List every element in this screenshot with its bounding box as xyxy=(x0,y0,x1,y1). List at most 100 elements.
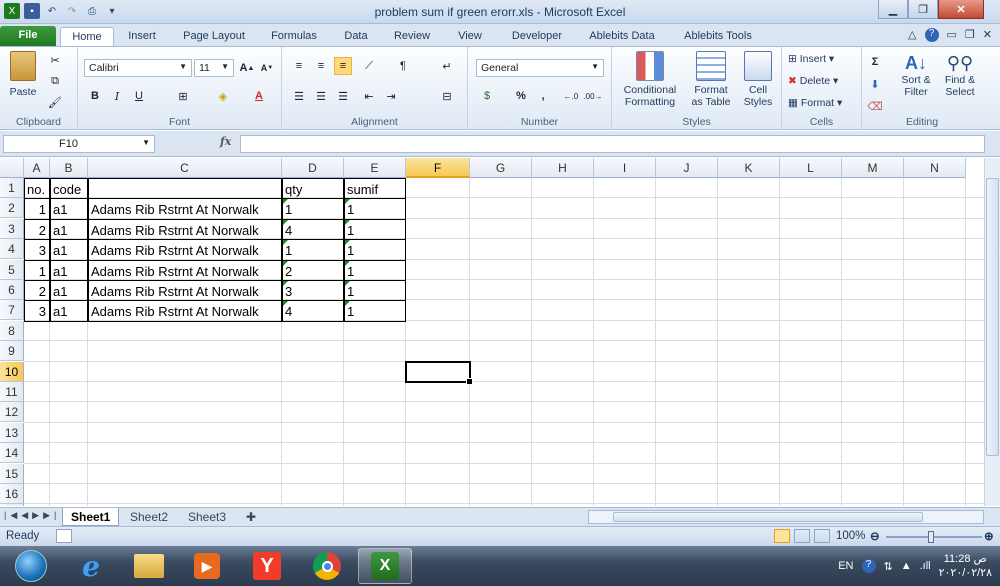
table-cell[interactable]: a1 xyxy=(50,239,88,261)
sheet-tab-sheet2[interactable]: Sheet2 xyxy=(122,508,176,526)
close-button[interactable]: ✕ xyxy=(938,0,984,19)
table-cell[interactable]: 3 xyxy=(24,239,50,261)
column-header-f[interactable]: F xyxy=(406,158,470,178)
macro-record-icon[interactable] xyxy=(56,529,72,543)
orientation-icon[interactable]: ⟋ xyxy=(360,57,378,75)
signal-icon[interactable]: .ıll xyxy=(920,560,931,572)
fill-icon[interactable]: ⬇ xyxy=(866,75,884,93)
font-name-dropdown[interactable]: Calibri ▼ xyxy=(84,59,192,77)
percent-style-button[interactable]: % xyxy=(512,87,530,105)
column-header-g[interactable]: G xyxy=(470,158,532,178)
tab-insert[interactable]: Insert xyxy=(120,27,164,46)
table-cell[interactable]: 4 xyxy=(282,300,344,322)
taskbar-chrome[interactable] xyxy=(300,548,354,584)
taskbar-yandex[interactable]: Y xyxy=(240,548,294,584)
table-cell[interactable]: a1 xyxy=(50,280,88,302)
table-header-cell[interactable]: sumif xyxy=(344,178,406,200)
sort-filter-button[interactable]: A↓ Sort & Filter xyxy=(894,53,938,98)
middle-align-icon[interactable]: ≡ xyxy=(312,57,330,75)
page-layout-view-icon[interactable] xyxy=(794,529,810,543)
row-header-15[interactable]: 15 xyxy=(0,463,24,484)
row-header-17[interactable]: 17 xyxy=(0,504,24,506)
tab-developer[interactable]: Developer xyxy=(504,27,570,46)
find-select-button[interactable]: ⚲⚲ Find & Select xyxy=(938,53,982,98)
zoom-out-icon[interactable]: ⊖ xyxy=(870,529,880,543)
copy-icon[interactable]: ⧉ xyxy=(46,72,64,90)
increase-decimal-icon[interactable]: ←.0 xyxy=(562,87,580,105)
horizontal-scroll-thumb[interactable] xyxy=(613,512,923,522)
wrap-text-icon[interactable]: ↵ xyxy=(438,57,456,75)
column-header-e[interactable]: E xyxy=(344,158,406,178)
maximize-button[interactable]: ❐ xyxy=(908,0,938,19)
table-header-cell[interactable]: code xyxy=(50,178,88,200)
row-header-7[interactable]: 7 xyxy=(0,300,24,321)
accounting-format-icon[interactable]: $ xyxy=(478,87,496,105)
table-cell[interactable]: Adams Rib Rstrnt At Norwalk xyxy=(88,198,282,220)
tab-data[interactable]: Data xyxy=(338,27,374,46)
cut-icon[interactable]: ✂ xyxy=(46,51,64,69)
row-header-10[interactable]: 10 xyxy=(0,361,24,382)
table-cell[interactable]: Adams Rib Rstrnt At Norwalk xyxy=(88,259,282,281)
zoom-in-icon[interactable]: ⊕ xyxy=(984,529,994,543)
column-header-d[interactable]: D xyxy=(282,158,344,178)
row-header-1[interactable]: 1 xyxy=(0,178,24,198)
table-cell[interactable]: 1 xyxy=(344,218,406,241)
table-cell[interactable]: Adams Rib Rstrnt At Norwalk xyxy=(88,218,282,241)
table-cell[interactable]: 1 xyxy=(24,259,50,281)
column-header-c[interactable]: C xyxy=(88,158,282,178)
format-cells-button[interactable]: ▦ Format ▾ xyxy=(788,97,842,109)
borders-icon[interactable]: ⊞ xyxy=(174,87,192,105)
minimize-button[interactable]: ▁ xyxy=(878,0,908,19)
tab-ablebits-tools[interactable]: Ablebits Tools xyxy=(676,27,760,46)
sheet-tab-sheet3[interactable]: Sheet3 xyxy=(180,508,234,526)
workbook-restore-icon[interactable]: ❐ xyxy=(965,28,975,42)
cell-styles-button[interactable]: Cell Styles xyxy=(736,51,780,108)
top-align-icon[interactable]: ≡ xyxy=(290,57,308,75)
taskbar-excel[interactable]: X xyxy=(358,548,412,584)
row-header-8[interactable]: 8 xyxy=(0,320,24,341)
tab-formulas[interactable]: Formulas xyxy=(264,27,324,46)
decrease-indent-icon[interactable]: ⇤ xyxy=(360,87,378,105)
table-cell[interactable]: Adams Rib Rstrnt At Norwalk xyxy=(88,300,282,322)
table-cell[interactable]: a1 xyxy=(50,218,88,241)
column-header-h[interactable]: H xyxy=(532,158,594,178)
table-cell[interactable]: a1 xyxy=(50,198,88,220)
tab-review[interactable]: Review xyxy=(388,27,436,46)
increase-indent-icon[interactable]: ⇥ xyxy=(382,87,400,105)
delete-cells-button[interactable]: ✖ Delete ▾ xyxy=(788,75,838,87)
table-cell[interactable]: 1 xyxy=(282,239,344,261)
row-header-13[interactable]: 13 xyxy=(0,422,24,443)
font-color-icon[interactable]: A xyxy=(250,87,268,105)
text-direction-icon[interactable]: ¶ xyxy=(394,57,412,75)
column-header-a[interactable]: A xyxy=(24,158,50,178)
table-header-cell[interactable]: qty xyxy=(282,178,344,200)
row-header-14[interactable]: 14 xyxy=(0,443,24,464)
bold-icon[interactable]: B xyxy=(86,87,104,105)
column-header-j[interactable]: J xyxy=(656,158,718,178)
grow-font-icon[interactable]: A ▲ xyxy=(238,59,256,77)
insert-sheet-icon[interactable]: ✚ xyxy=(238,508,264,526)
table-cell[interactable]: 1 xyxy=(344,239,406,261)
table-cell[interactable]: Adams Rib Rstrnt At Norwalk xyxy=(88,239,282,261)
clear-icon[interactable]: ⌫ xyxy=(866,97,884,115)
table-header-cell[interactable] xyxy=(88,178,282,200)
vertical-scrollbar[interactable] xyxy=(984,158,1000,506)
table-cell[interactable]: a1 xyxy=(50,259,88,281)
table-cell[interactable]: 4 xyxy=(282,218,344,241)
table-cell[interactable]: 3 xyxy=(282,280,344,302)
table-cell[interactable]: 3 xyxy=(24,300,50,322)
normal-view-icon[interactable] xyxy=(774,529,790,543)
tab-home[interactable]: Home xyxy=(60,27,114,46)
decrease-decimal-icon[interactable]: .00→ xyxy=(583,87,602,105)
format-painter-icon[interactable]: 🖌 xyxy=(46,93,64,111)
row-header-9[interactable]: 9 xyxy=(0,341,24,362)
row-header-2[interactable]: 2 xyxy=(0,198,24,219)
shrink-font-icon[interactable]: A ▼ xyxy=(258,59,276,77)
name-box[interactable]: F10 ▼ xyxy=(3,135,155,153)
show-hidden-icons-icon[interactable]: ▲ xyxy=(901,560,912,572)
zoom-level[interactable]: 100% xyxy=(836,530,865,542)
zoom-slider[interactable] xyxy=(886,536,982,538)
ribbon-collapse-icon[interactable]: △ xyxy=(908,28,916,42)
tab-page-layout[interactable]: Page Layout xyxy=(178,27,250,46)
horizontal-scrollbar[interactable] xyxy=(588,510,984,524)
